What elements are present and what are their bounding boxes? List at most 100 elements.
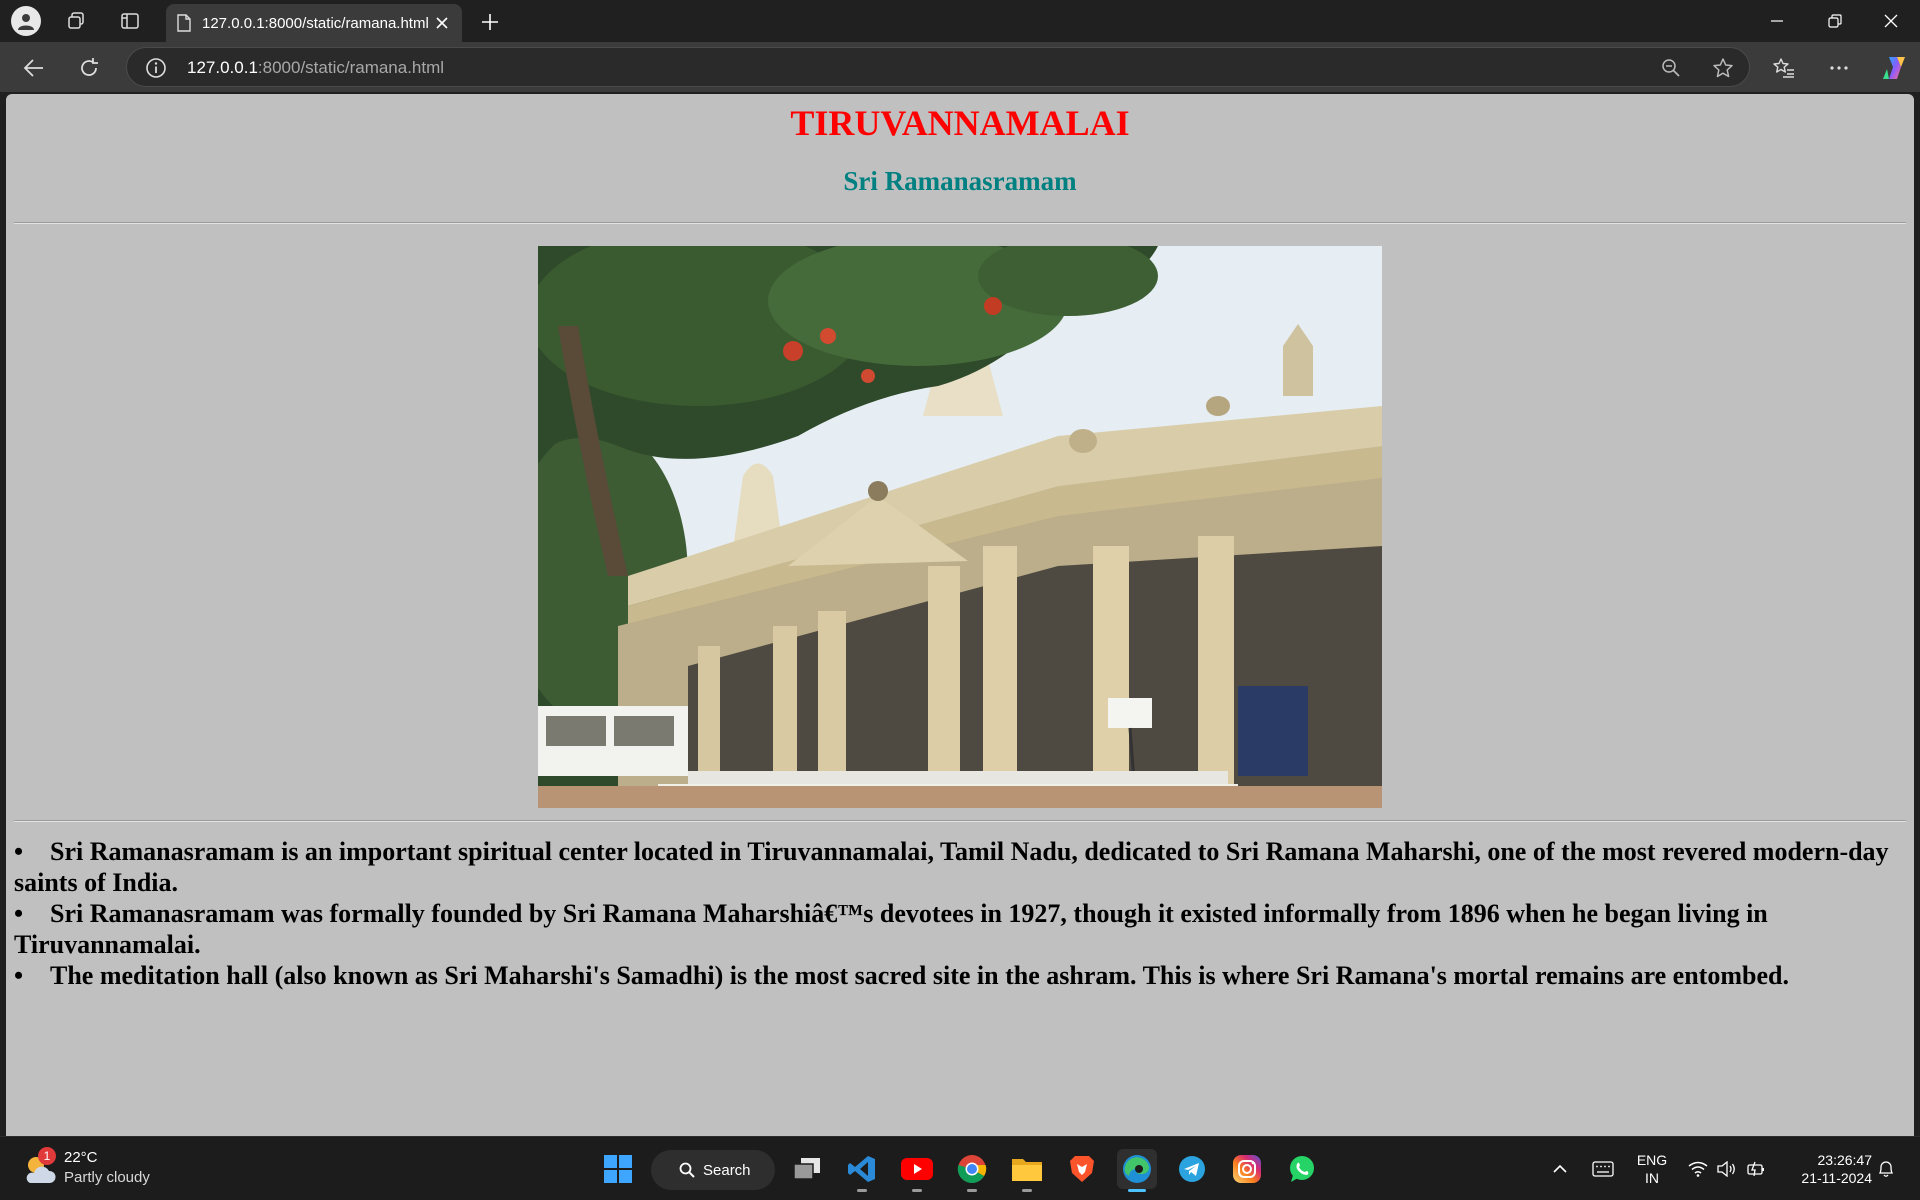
url-path: :8000/static/ramana.html xyxy=(257,58,445,77)
weather-description: Partly cloudy xyxy=(64,1169,150,1186)
battery-charging-icon xyxy=(1747,1161,1764,1177)
close-tab-button[interactable] xyxy=(432,13,452,33)
youtube-icon xyxy=(901,1158,933,1180)
url-text[interactable]: 127.0.0.1:8000/static/ramana.html xyxy=(187,58,444,78)
clock[interactable]: 23:26:47 21-11-2024 xyxy=(1782,1151,1872,1187)
chevron-up-icon xyxy=(1553,1164,1567,1173)
search-icon xyxy=(679,1162,695,1178)
page-icon xyxy=(177,14,191,32)
language-indicator[interactable]: ENG IN xyxy=(1632,1151,1672,1187)
volume-status[interactable] xyxy=(1713,1137,1741,1200)
chrome-icon xyxy=(957,1155,987,1183)
divider-top xyxy=(14,222,1906,224)
running-indicator xyxy=(1022,1189,1032,1192)
region-code: IN xyxy=(1645,1170,1659,1186)
star-icon xyxy=(1713,58,1733,78)
battery-status[interactable] xyxy=(1742,1137,1770,1200)
tab-ramana[interactable]: 127.0.0.1:8000/static/ramana.html xyxy=(166,4,462,42)
minimize-icon xyxy=(1771,20,1783,22)
whatsapp-button[interactable] xyxy=(1282,1149,1322,1189)
tab-actions-button[interactable] xyxy=(114,6,146,36)
running-indicator xyxy=(857,1189,867,1192)
show-hidden-icons-button[interactable] xyxy=(1546,1137,1574,1200)
copilot-icon xyxy=(1883,57,1905,79)
url-host: 127.0.0.1 xyxy=(187,58,258,77)
favorites-list-icon xyxy=(1773,58,1794,78)
browser-toolbar: 127.0.0.1:8000/static/ramana.html xyxy=(0,42,1920,92)
zoom-out-icon xyxy=(1662,59,1680,77)
restore-button[interactable] xyxy=(1806,0,1864,42)
edge-icon xyxy=(1123,1155,1151,1183)
bullet-symbol: • xyxy=(14,837,24,866)
brave-icon xyxy=(1070,1156,1094,1182)
file-explorer-button[interactable] xyxy=(1007,1149,1047,1192)
list-item-text: Sri Ramanasramam was formally founded by… xyxy=(14,899,1768,959)
notification-badge: 1 xyxy=(38,1147,56,1165)
minimize-button[interactable] xyxy=(1748,0,1806,42)
bell-icon xyxy=(1878,1161,1894,1177)
weather-widget[interactable]: 1 22°C Partly cloudy xyxy=(22,1147,162,1191)
wifi-status[interactable] xyxy=(1684,1137,1712,1200)
whatsapp-icon xyxy=(1290,1156,1314,1182)
taskbar-search[interactable]: Search xyxy=(651,1150,775,1190)
zoom-button[interactable] xyxy=(1659,56,1683,80)
close-icon xyxy=(1884,14,1898,28)
vscode-button[interactable] xyxy=(842,1149,882,1192)
edge-button[interactable] xyxy=(1117,1149,1157,1192)
list-item: • The meditation hall (also known as Sri … xyxy=(14,960,1894,991)
vscode-icon xyxy=(848,1156,875,1182)
close-window-button[interactable] xyxy=(1862,0,1920,42)
refresh-button[interactable] xyxy=(73,52,105,84)
address-bar[interactable]: 127.0.0.1:8000/static/ramana.html xyxy=(126,47,1750,87)
instagram-icon xyxy=(1233,1155,1261,1183)
workspaces-button[interactable] xyxy=(61,6,93,36)
notifications-button[interactable] xyxy=(1872,1137,1900,1200)
favorites-button[interactable] xyxy=(1768,52,1800,84)
more-icon xyxy=(1830,66,1848,70)
taskbar: 1 22°C Partly cloudy Search ENG IN 23:26… xyxy=(0,1136,1920,1200)
list-item-text: Sri Ramanasramam is an important spiritu… xyxy=(14,837,1889,897)
list-item-text: The meditation hall (also known as Sri M… xyxy=(50,961,1789,990)
chrome-button[interactable] xyxy=(952,1149,992,1192)
refresh-icon xyxy=(81,58,98,76)
start-button[interactable] xyxy=(598,1149,638,1189)
windows-start-icon xyxy=(604,1155,632,1183)
profile-button[interactable] xyxy=(10,6,42,36)
task-view-icon xyxy=(793,1158,820,1180)
language-code: ENG xyxy=(1636,1152,1668,1168)
copilot-button[interactable] xyxy=(1878,52,1910,84)
bullet-list: • Sri Ramanasramam is an important spirit… xyxy=(14,836,1894,991)
more-menu-button[interactable] xyxy=(1823,52,1855,84)
favorite-button[interactable] xyxy=(1711,56,1735,80)
close-icon xyxy=(436,17,448,29)
weather-temperature: 22°C xyxy=(64,1149,98,1166)
youtube-button[interactable] xyxy=(897,1149,937,1192)
folder-icon xyxy=(1012,1159,1042,1181)
back-button[interactable] xyxy=(18,52,50,84)
vertical-tabs-icon xyxy=(121,13,139,29)
clock-time: 23:26:47 xyxy=(1817,1152,1873,1168)
touch-keyboard-button[interactable] xyxy=(1588,1137,1618,1200)
web-page: TIRUVANNAMALAI Sri Ramanasramam • Sri Ra… xyxy=(6,94,1914,1136)
task-view-button[interactable] xyxy=(787,1149,827,1189)
telegram-icon xyxy=(1179,1156,1205,1182)
instagram-button[interactable] xyxy=(1227,1149,1267,1189)
profile-icon xyxy=(11,6,41,36)
running-indicator xyxy=(967,1189,977,1192)
running-indicator xyxy=(912,1189,922,1192)
ashram-photo xyxy=(538,246,1382,808)
telegram-button[interactable] xyxy=(1172,1149,1212,1189)
speaker-icon xyxy=(1717,1161,1735,1177)
search-label: Search xyxy=(703,1161,751,1179)
page-subtitle: Sri Ramanasramam xyxy=(843,166,1077,196)
bullet-symbol: • xyxy=(14,899,24,928)
brave-button[interactable] xyxy=(1062,1149,1102,1189)
back-arrow-icon xyxy=(23,59,43,77)
new-tab-button[interactable] xyxy=(476,8,504,36)
list-item: • Sri Ramanasramam is an important spirit… xyxy=(14,836,1894,898)
site-info-icon[interactable] xyxy=(145,57,167,79)
restore-icon xyxy=(1828,14,1842,28)
page-title: TIRUVANNAMALAI xyxy=(790,103,1130,143)
tab-title: 127.0.0.1:8000/static/ramana.html xyxy=(202,14,429,32)
active-indicator xyxy=(1128,1189,1146,1192)
